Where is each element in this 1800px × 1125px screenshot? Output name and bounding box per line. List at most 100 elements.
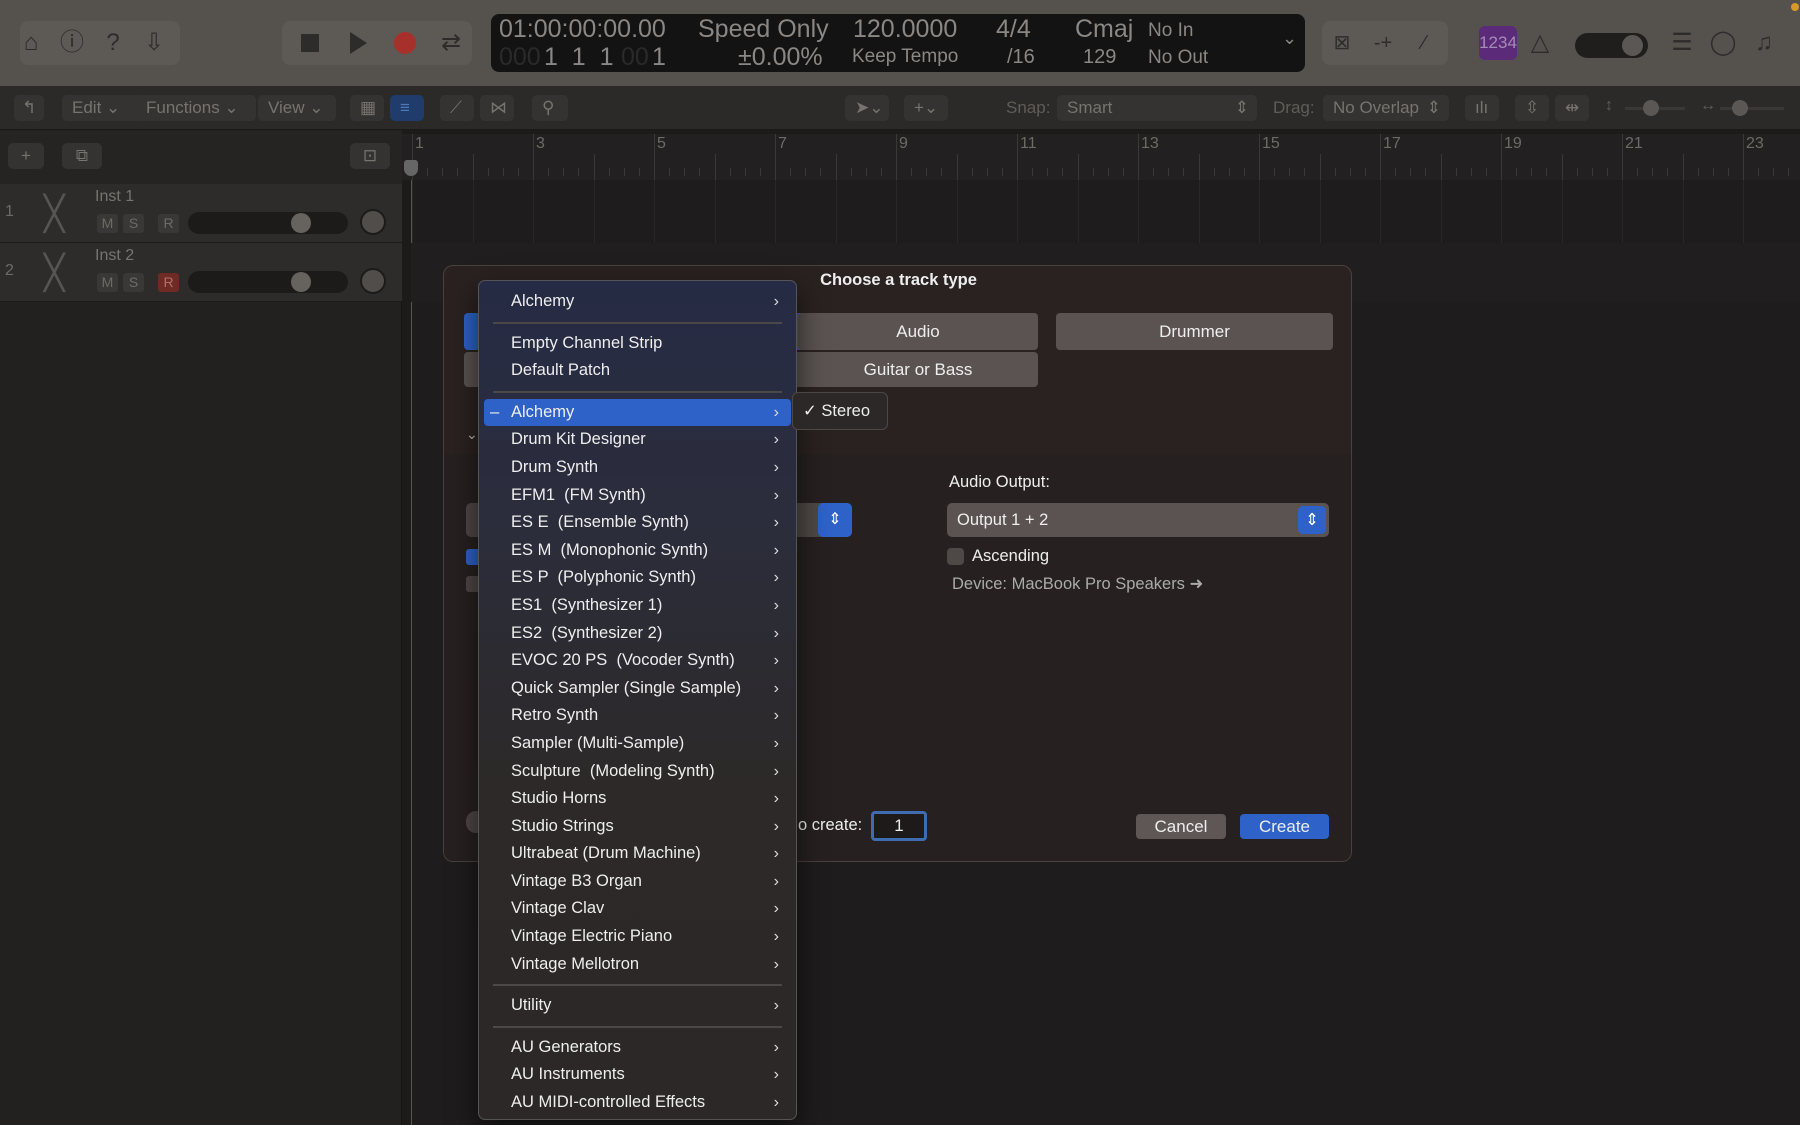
record-enable-button[interactable]: R: [158, 214, 179, 233]
waveform-zoom-icon[interactable]: ılı: [1465, 95, 1499, 121]
menu-item[interactable]: AU Instruments ›: [484, 1061, 791, 1089]
menu-item[interactable]: Studio Strings ›: [484, 813, 791, 841]
ruler-beat-tick: [1531, 168, 1533, 176]
menu-item[interactable]: Vintage B3 Organ ›: [484, 868, 791, 896]
play-button[interactable]: [350, 32, 367, 54]
menu-item[interactable]: ES E (Ensemble Synth) ›: [484, 509, 791, 537]
menu-item[interactable]: – Alchemy ›: [484, 398, 791, 427]
menu-item[interactable]: EVOC 20 PS (Vocoder Synth) ›: [484, 647, 791, 675]
menu-item[interactable]: ES2 (Synthesizer 2) ›: [484, 620, 791, 648]
track-row[interactable]: 2 ╳ Inst 2 M S R: [0, 243, 402, 302]
vertical-zoom-slider[interactable]: [1625, 100, 1685, 116]
menu-item[interactable]: Default Patch: [484, 357, 791, 385]
audio-type-button[interactable]: Audio: [798, 313, 1038, 350]
loop-browser-icon[interactable]: ◯: [1706, 29, 1740, 57]
record-button[interactable]: [394, 32, 416, 54]
list-view-icon[interactable]: ≡: [390, 95, 424, 121]
menu-item[interactable]: AU Generators ›: [484, 1034, 791, 1062]
ascending-checkbox[interactable]: [947, 548, 964, 565]
device-link-arrow-icon[interactable]: ➜: [1190, 575, 1204, 593]
snap-select[interactable]: Smart ⇕: [1057, 95, 1257, 121]
pan-knob[interactable]: [360, 268, 386, 294]
mute-button[interactable]: M: [97, 214, 118, 233]
catch-icon[interactable]: ⚲: [532, 95, 568, 121]
replace-icon[interactable]: ⊠: [1325, 29, 1359, 57]
cancel-button[interactable]: Cancel: [1136, 814, 1226, 839]
menu-item[interactable]: Vintage Electric Piano ›: [484, 923, 791, 951]
details-disclosure-icon[interactable]: ⌄: [466, 426, 478, 443]
menu-item[interactable]: ES P (Polyphonic Synth) ›: [484, 564, 791, 592]
menu-item[interactable]: Drum Kit Designer ›: [484, 426, 791, 454]
horizontal-zoom-slider[interactable]: [1720, 100, 1784, 116]
menu-item[interactable]: Sampler (Multi-Sample) ›: [484, 730, 791, 758]
bar-ruler[interactable]: 1 3 5 7 9 11 13 15 17 19 21 23: [402, 134, 1800, 180]
help-icon[interactable]: ?: [96, 29, 130, 57]
view-menu[interactable]: View ⌄: [258, 95, 336, 121]
audio-output-select[interactable]: Output 1 + 2 ⇕: [947, 503, 1329, 537]
pencil-icon[interactable]: ⁄: [1407, 29, 1441, 57]
menu-item[interactable]: ES M (Monophonic Synth) ›: [484, 537, 791, 565]
vertical-fit-icon[interactable]: ⇳: [1515, 95, 1549, 121]
track-name[interactable]: Inst 1: [95, 188, 134, 206]
volume-slider[interactable]: [188, 271, 348, 293]
menu-item[interactable]: Retro Synth ›: [484, 702, 791, 730]
duplicate-track-icon[interactable]: ⧉: [62, 143, 102, 169]
menu-item[interactable]: Utility ›: [484, 992, 791, 1020]
secondary-tool-menu[interactable]: +⌄: [904, 95, 948, 121]
solo-button[interactable]: S: [123, 214, 144, 233]
automation-icon[interactable]: ⟋: [440, 95, 474, 121]
add-track-button[interactable]: +: [8, 143, 44, 169]
global-tracks-icon[interactable]: ⊡: [350, 143, 390, 169]
flex-icon[interactable]: ⋈: [480, 95, 514, 121]
playhead[interactable]: [411, 180, 412, 1125]
menu-item[interactable]: AU MIDI-controlled Effects ›: [484, 1089, 791, 1117]
create-button[interactable]: Create: [1240, 814, 1329, 839]
lcd-display[interactable]: 01:00:00:00.00 000 1 1 1 00 1 Speed Only…: [491, 14, 1305, 72]
playhead-handle[interactable]: [404, 160, 418, 176]
menu-item[interactable]: Drum Synth ›: [484, 454, 791, 482]
menu-item[interactable]: EFM1 (FM Synth) ›: [484, 482, 791, 510]
track-row[interactable]: 1 ╳ Inst 1 M S R: [0, 184, 402, 243]
lcd-chevron-down-icon[interactable]: ⌄: [1282, 28, 1297, 49]
browsers-icon[interactable]: ♫: [1747, 29, 1781, 57]
pointer-tool-menu[interactable]: ➤⌄: [845, 95, 889, 121]
functions-menu[interactable]: Functions ⌄: [136, 95, 256, 121]
volume-slider[interactable]: [188, 212, 348, 234]
ruler-bar-line: [1440, 154, 1442, 180]
menu-item[interactable]: Vintage Mellotron ›: [484, 951, 791, 979]
drag-select[interactable]: No Overlap ⇕: [1323, 95, 1449, 121]
toolbar-download-icon[interactable]: ⇩: [137, 29, 171, 57]
menu-item[interactable]: Empty Channel Strip: [484, 330, 791, 358]
back-icon[interactable]: ↰: [14, 95, 45, 121]
mute-button[interactable]: M: [97, 273, 118, 292]
horizontal-fit-icon[interactable]: ⇹: [1555, 95, 1589, 121]
grid-view-icon[interactable]: ▦: [350, 95, 384, 121]
guitar-bass-type-button[interactable]: Guitar or Bass: [798, 352, 1038, 387]
metronome-icon[interactable]: △: [1523, 29, 1557, 57]
menu-item[interactable]: Ultrabeat (Drum Machine) ›: [484, 840, 791, 868]
menu-item[interactable]: Vintage Clav ›: [484, 895, 791, 923]
stop-button[interactable]: [301, 34, 319, 52]
track-name[interactable]: Inst 2: [95, 247, 134, 265]
ruler-beat-tick: [1032, 168, 1034, 176]
info-icon[interactable]: ⓘ: [55, 29, 89, 57]
menu-item[interactable]: ES1 (Synthesizer 1) ›: [484, 592, 791, 620]
list-editors-icon[interactable]: ☰: [1665, 29, 1699, 57]
cycle-icon[interactable]: ⇄: [434, 29, 468, 57]
low-latency-toggle[interactable]: [1575, 33, 1648, 58]
library-icon[interactable]: ⌂: [14, 29, 48, 57]
create-count-input[interactable]: 1: [871, 811, 927, 841]
menu-item[interactable]: Quick Sampler (Single Sample) ›: [484, 675, 791, 703]
menu-item[interactable]: Studio Horns ›: [484, 785, 791, 813]
menu-item[interactable]: Sculpture (Modeling Synth) ›: [484, 758, 791, 786]
autopunch-icon[interactable]: -+: [1366, 29, 1400, 57]
chevron-right-icon: ›: [773, 1094, 779, 1112]
count-in-button[interactable]: 1234: [1479, 26, 1517, 60]
drummer-type-button[interactable]: Drummer: [1056, 313, 1333, 350]
menu-item-stereo[interactable]: ✓ Stereo: [803, 402, 870, 420]
pan-knob[interactable]: [360, 209, 386, 235]
record-enable-button[interactable]: R: [158, 273, 179, 292]
menu-item[interactable]: Alchemy ›: [484, 288, 791, 316]
solo-button[interactable]: S: [123, 273, 144, 292]
horizontal-zoom-icon: ↔: [1700, 97, 1716, 114]
